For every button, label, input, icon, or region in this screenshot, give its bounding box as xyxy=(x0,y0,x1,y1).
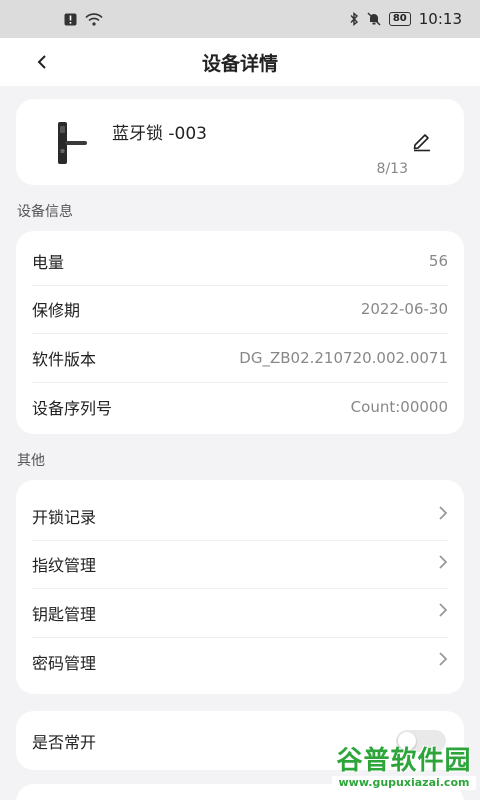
section-label-other: 其他 xyxy=(17,453,45,469)
other-card: 开锁记录 指纹管理 钥匙管理 密码管理 xyxy=(16,480,464,694)
watermark: 谷普软件园 www.gupuxiazai.com xyxy=(332,746,476,798)
section-label-device-info: 设备信息 xyxy=(17,204,73,220)
app-header: 设备详情 xyxy=(0,38,480,86)
mute-bell-icon xyxy=(367,12,381,26)
info-row-serial-number: 设备序列号 Count:00000 xyxy=(32,383,448,432)
menu-item-label: 开锁记录 xyxy=(32,507,97,527)
wifi-icon xyxy=(85,12,103,26)
watermark-title: 谷普软件园 xyxy=(336,746,472,776)
pencil-icon xyxy=(413,134,430,152)
info-row-label: 电量 xyxy=(32,252,65,272)
info-row-label: 保修期 xyxy=(32,301,81,321)
info-row-label: 设备序列号 xyxy=(32,398,113,418)
chevron-right-icon xyxy=(432,651,448,672)
bluetooth-icon xyxy=(349,12,359,26)
info-row-value: DG_ZB02.210720.002.0071 xyxy=(239,348,448,367)
device-card: 蓝牙锁 -003 8/13 xyxy=(16,99,464,185)
info-row-value: 56 xyxy=(428,251,448,270)
name-char-count: 8/13 xyxy=(376,161,408,177)
info-row-value: Count:00000 xyxy=(350,397,448,416)
device-info-card: 电量 56 保修期 2022-06-30 软件版本 DG_ZB02.210720… xyxy=(16,231,464,434)
info-row-warranty: 保修期 2022-06-30 xyxy=(32,286,448,334)
status-bar: 80 10:13 xyxy=(0,0,480,38)
smart-lock-image xyxy=(54,121,88,165)
menu-item-password-management[interactable]: 密码管理 xyxy=(32,638,448,687)
info-row-battery: 电量 56 xyxy=(32,237,448,286)
info-row-label: 软件版本 xyxy=(32,349,97,369)
info-row-value: 2022-06-30 xyxy=(360,300,448,319)
chevron-right-icon xyxy=(432,554,448,575)
edit-name-button[interactable] xyxy=(410,129,434,153)
status-right: 80 10:13 xyxy=(349,10,462,28)
always-open-label: 是否常开 xyxy=(32,732,97,752)
status-left xyxy=(64,12,103,26)
battery-indicator: 80 xyxy=(388,12,411,26)
status-time: 10:13 xyxy=(418,10,462,28)
back-button[interactable] xyxy=(28,48,56,76)
alert-icon xyxy=(64,13,77,26)
menu-item-label: 钥匙管理 xyxy=(32,604,97,624)
info-row-software-version: 软件版本 DG_ZB02.210720.002.0071 xyxy=(32,334,448,383)
menu-item-key-management[interactable]: 钥匙管理 xyxy=(32,589,448,638)
menu-item-unlock-records[interactable]: 开锁记录 xyxy=(32,492,448,541)
watermark-url: www.gupuxiazai.com xyxy=(332,776,476,790)
menu-item-fingerprint-management[interactable]: 指纹管理 xyxy=(32,541,448,589)
device-name: 蓝牙锁 -003 xyxy=(112,124,207,144)
chevron-right-icon xyxy=(432,505,448,526)
menu-item-label: 指纹管理 xyxy=(32,556,97,576)
chevron-right-icon xyxy=(432,602,448,623)
page-title: 设备详情 xyxy=(201,52,278,75)
menu-item-label: 密码管理 xyxy=(32,653,97,673)
chevron-left-icon xyxy=(37,55,46,69)
